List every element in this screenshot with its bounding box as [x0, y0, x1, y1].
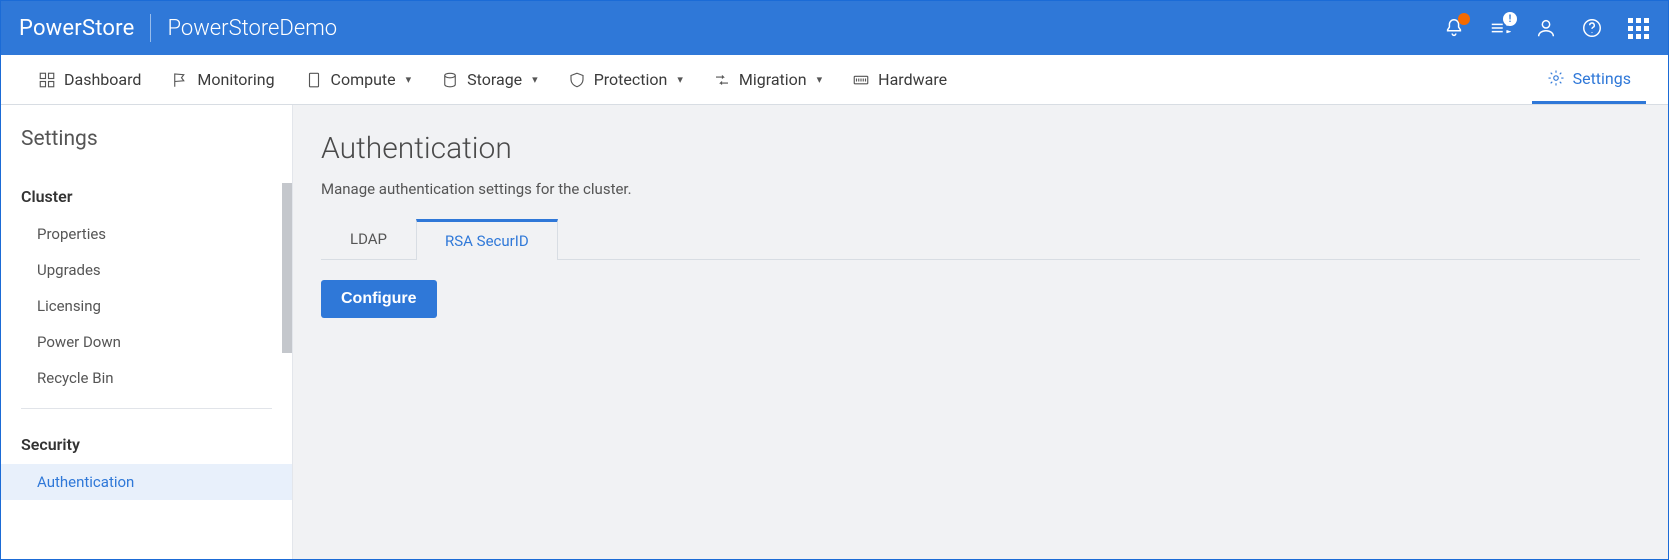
content-area: Authentication Manage authentication set…: [293, 105, 1668, 559]
chevron-down-icon: ▾: [817, 73, 823, 86]
configure-button[interactable]: Configure: [321, 280, 437, 318]
sidebar-title: Settings: [1, 105, 292, 173]
flag-icon: [171, 71, 189, 89]
apps-icon[interactable]: [1626, 16, 1650, 40]
storage-icon: [441, 71, 459, 89]
nav-migration-label: Migration: [739, 70, 807, 89]
system-name: PowerStoreDemo: [167, 16, 337, 41]
topbar: PowerStore PowerStoreDemo !: [1, 1, 1668, 55]
nav-storage-label: Storage: [467, 70, 522, 89]
help-icon[interactable]: [1580, 16, 1604, 40]
sidebar-item-licensing[interactable]: Licensing: [1, 288, 292, 324]
nav-monitoring[interactable]: Monitoring: [156, 55, 289, 104]
compute-icon: [305, 71, 323, 89]
sidebar-item-properties[interactable]: Properties: [1, 216, 292, 252]
nav-dashboard-label: Dashboard: [64, 70, 141, 89]
nav-monitoring-label: Monitoring: [197, 70, 274, 89]
gear-icon: [1547, 69, 1565, 87]
page-title: Authentication: [321, 131, 1640, 166]
nav-compute-label: Compute: [331, 70, 396, 89]
sidebar-group-cluster: Cluster: [1, 173, 292, 216]
shield-icon: [568, 71, 586, 89]
hardware-icon: [852, 71, 870, 89]
jobs-icon[interactable]: !: [1488, 16, 1512, 40]
alerts-icon[interactable]: [1442, 16, 1466, 40]
sidebar-item-power-down[interactable]: Power Down: [1, 324, 292, 360]
nav-protection[interactable]: Protection ▾: [553, 55, 698, 104]
nav-hardware-label: Hardware: [878, 70, 947, 89]
sidebar-divider: [21, 408, 272, 409]
brand-name: PowerStore: [19, 16, 134, 41]
page-subtitle: Manage authentication settings for the c…: [321, 180, 1640, 198]
tab-ldap[interactable]: LDAP: [321, 219, 416, 260]
navbar: Dashboard Monitoring Compute ▾ Storage ▾…: [1, 55, 1668, 105]
nav-dashboard[interactable]: Dashboard: [23, 55, 156, 104]
nav-compute[interactable]: Compute ▾: [290, 55, 427, 104]
auth-tabs: LDAP RSA SecurID: [321, 218, 1640, 260]
sidebar-group-security: Security: [1, 421, 292, 464]
nav-hardware[interactable]: Hardware: [837, 55, 962, 104]
brand-separator: [150, 14, 151, 42]
alerts-badge: [1458, 13, 1470, 25]
nav-settings[interactable]: Settings: [1532, 55, 1646, 104]
nav-protection-label: Protection: [594, 70, 668, 89]
user-icon[interactable]: [1534, 16, 1558, 40]
nav-migration[interactable]: Migration ▾: [698, 55, 837, 104]
topbar-icons: !: [1442, 16, 1650, 40]
nav-settings-label: Settings: [1573, 69, 1631, 88]
dashboard-icon: [38, 71, 56, 89]
jobs-badge: !: [1503, 12, 1517, 26]
nav-storage[interactable]: Storage ▾: [426, 55, 553, 104]
chevron-down-icon: ▾: [677, 73, 683, 86]
migration-icon: [713, 71, 731, 89]
chevron-down-icon: ▾: [406, 73, 412, 86]
sidebar-item-upgrades[interactable]: Upgrades: [1, 252, 292, 288]
tab-rsa-securid[interactable]: RSA SecurID: [416, 219, 558, 260]
sidebar-item-authentication[interactable]: Authentication: [1, 464, 292, 500]
chevron-down-icon: ▾: [532, 73, 538, 86]
settings-sidebar: Settings Cluster Properties Upgrades Lic…: [1, 105, 293, 559]
sidebar-item-recycle-bin[interactable]: Recycle Bin: [1, 360, 292, 396]
